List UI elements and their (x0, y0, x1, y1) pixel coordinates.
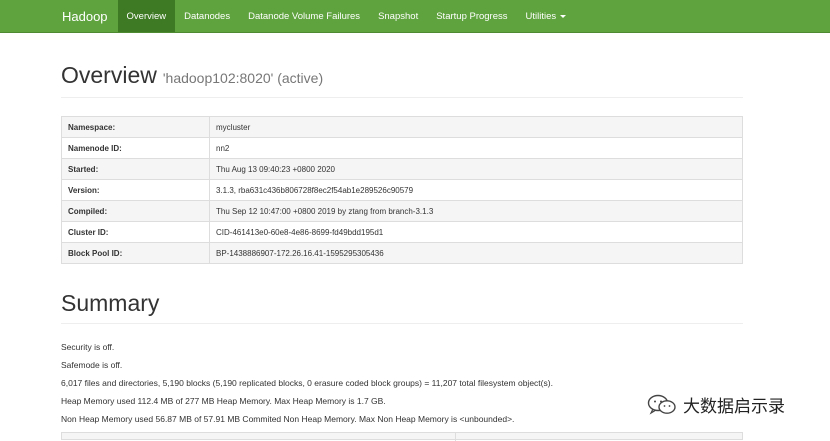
row-value: CID-461413e0-60e8-4e86-8699-fd49bdd195d1 (209, 221, 743, 243)
row-key: Namespace: (61, 116, 210, 138)
row-value: Thu Aug 13 09:40:23 +0800 2020 (209, 158, 743, 180)
table-row: Namenode ID: nn2 (61, 137, 743, 159)
brand-logo[interactable]: Hadoop (0, 0, 118, 32)
summary-title: Summary (61, 290, 160, 316)
row-key: Namenode ID: (61, 137, 210, 159)
table-row: Started: Thu Aug 13 09:40:23 +0800 2020 (61, 158, 743, 180)
nav-utilities-label: Utilities (525, 10, 557, 22)
nav-utilities-dropdown[interactable]: Utilities (517, 0, 576, 32)
caret-down-icon (560, 14, 567, 18)
nav-datanode-volume-failures[interactable]: Datanode Volume Failures (239, 0, 369, 32)
watermark: 大数据启示录 (643, 390, 789, 419)
row-key: Version: (61, 179, 210, 201)
table-row: Cluster ID: CID-461413e0-60e8-4e86-8699-… (61, 221, 743, 243)
table-row: Compiled: Thu Sep 12 10:47:00 +0800 2019… (61, 200, 743, 222)
overview-header: Overview 'hadoop102:8020' (active) (61, 62, 743, 98)
security-status: Security is off. (61, 342, 115, 352)
nav-snapshot[interactable]: Snapshot (369, 0, 427, 32)
safemode-status: Safemode is off. (61, 360, 123, 370)
row-value: Thu Sep 12 10:47:00 +0800 2019 by ztang … (209, 200, 743, 222)
nav-datanodes[interactable]: Datanodes (175, 0, 239, 32)
table-row: Block Pool ID: BP-1438886907-172.26.16.4… (61, 242, 743, 264)
nav-overview[interactable]: Overview (117, 0, 176, 32)
nav-startup-progress[interactable]: Startup Progress (427, 0, 516, 32)
watermark-text: 大数据启示录 (683, 397, 785, 416)
namenode-address: 'hadoop102:8020' (active) (162, 70, 324, 86)
row-value: 3.1.3, rba631c436b806728f8ec2f54ab1e2895… (209, 179, 743, 201)
row-key: Started: (61, 158, 210, 180)
top-navbar: Hadoop Overview Datanodes Datanode Volum… (0, 0, 830, 33)
row-key: Block Pool ID: (61, 242, 210, 264)
page-title: Overview 'hadoop102:8020' (active) (61, 62, 743, 89)
overview-title: Overview (61, 62, 157, 88)
row-value: mycluster (209, 116, 743, 138)
table-row: Version: 3.1.3, rba631c436b806728f8ec2f5… (61, 179, 743, 201)
table-row: Namespace: mycluster (61, 116, 743, 138)
row-key: Compiled: (61, 200, 210, 222)
table-column-divider (455, 433, 456, 441)
row-value: nn2 (209, 137, 743, 159)
row-key: Cluster ID: (61, 221, 210, 243)
wechat-icon (647, 394, 676, 415)
summary-header: Summary (61, 290, 743, 324)
overview-info-table: Namespace: mycluster Namenode ID: nn2 St… (61, 116, 743, 264)
row-value: BP-1438886907-172.26.16.41-1595295305436 (209, 242, 743, 264)
